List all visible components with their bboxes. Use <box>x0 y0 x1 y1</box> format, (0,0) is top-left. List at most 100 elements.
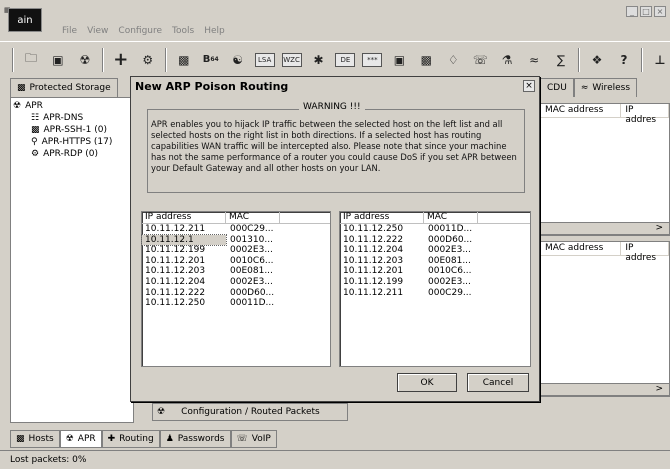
base64-icon[interactable]: B 64 <box>201 50 221 70</box>
camera-icon[interactable]: ♢ <box>443 50 463 70</box>
column-header[interactable]: MAC <box>226 212 280 223</box>
new-arp-poison-routing-dialog: New ARP Poison Routing × WARNING !!! APR… <box>130 76 540 402</box>
hosts-icon: ▩ <box>16 434 25 444</box>
certificate-icon[interactable]: ✱ <box>309 50 329 70</box>
list-item[interactable]: 10.11.12.250 00011D... <box>142 298 330 309</box>
tree-root-apr[interactable]: ☢ APR <box>11 100 133 112</box>
help-icon[interactable]: ? <box>614 50 634 70</box>
tab-protected-storage[interactable]: ▩ Protected Storage <box>10 78 118 97</box>
mac-address: 00011D... <box>230 298 275 309</box>
add-icon[interactable]: + <box>111 49 131 70</box>
list-item[interactable]: 10.11.12.222 000D60... <box>142 288 330 299</box>
column-header[interactable]: IP addres <box>621 242 669 263</box>
ip-address: 10.11.12.211 <box>343 287 404 298</box>
menu-help[interactable]: Help <box>204 26 225 36</box>
wifi-icon[interactable]: ≈ <box>524 50 544 70</box>
list-item[interactable]: 10.11.12.222 000D60... <box>340 235 530 246</box>
mac-address: 0002E3... <box>230 245 273 256</box>
list-item[interactable]: 10.11.12.203 00E081... <box>340 256 530 267</box>
traceroute-icon[interactable]: ▩ <box>416 50 436 70</box>
network-card-icon[interactable]: ▣ <box>48 50 68 70</box>
tab-voip[interactable]: ☏ VoIP <box>230 430 277 448</box>
mac-address: 00011D... <box>428 224 473 234</box>
tree-item-apr-ssh[interactable]: ▩ APR-SSH-1 (0) <box>11 124 133 136</box>
hash-icon[interactable]: ☯ <box>228 50 248 70</box>
toolbar-separator <box>640 47 643 72</box>
box-icon[interactable]: ▣ <box>389 50 409 70</box>
apr-tree: ☢ APR ☷ APR-DNS ▩ APR-SSH-1 (0) ⚲ APR-HT… <box>10 97 134 423</box>
scrollbar-bottom[interactable]: > <box>540 383 670 396</box>
tree-item-apr-https[interactable]: ⚲ APR-HTTPS (17) <box>11 136 133 148</box>
tab-routing[interactable]: ✚ Routing <box>101 430 160 448</box>
column-header[interactable]: IP address <box>142 212 226 223</box>
list-item[interactable]: 10.11.12.211 000C29... <box>340 288 530 299</box>
password-icon[interactable]: *** <box>362 52 383 67</box>
voip-icon[interactable]: ☏ <box>470 50 490 70</box>
close-icon[interactable]: × <box>654 6 666 17</box>
tab-label: Protected Storage <box>29 83 111 93</box>
warning-title: WARNING !!! <box>299 102 365 112</box>
lsa-icon[interactable]: LSA <box>254 52 275 67</box>
list-item[interactable]: 10.11.12.199 0002E3... <box>142 245 330 256</box>
window-controls: _ □ × <box>626 6 666 17</box>
right-panel-header: MAC address IP addres <box>541 104 669 125</box>
menu-view[interactable]: View <box>87 26 108 36</box>
column-header[interactable]: MAC address <box>541 242 622 255</box>
column-header[interactable]: MAC <box>424 212 478 223</box>
tab-configuration-routed-packets[interactable]: ☢ Configuration / Routed Packets <box>152 403 348 421</box>
column-header[interactable]: MAC address <box>541 104 622 117</box>
list-item[interactable]: 10.11.12.204 0002E3... <box>340 245 530 256</box>
tower-icon[interactable]: ⊥ <box>650 50 670 70</box>
tab-apr[interactable]: ☢ APR <box>59 430 102 448</box>
menu-tools[interactable]: Tools <box>172 26 194 36</box>
ip-address: 10.11.12.201 <box>343 266 404 277</box>
list-item[interactable]: 10.11.12.201 0010C6... <box>142 256 330 267</box>
ip-address: 10.11.12.203 <box>145 266 206 277</box>
list-item[interactable]: 10.11.12.250 00011D... <box>340 224 530 235</box>
chevron-right-icon[interactable]: > <box>655 384 669 395</box>
antenna-icon[interactable]: ∑ <box>551 50 571 70</box>
menu-file[interactable]: File <box>62 26 77 36</box>
tab-passwords[interactable]: ♟ Passwords <box>159 430 231 448</box>
right-host-list[interactable]: IP address MAC 10.11.12.250 00011D... 10.1… <box>339 211 531 367</box>
tree-label: APR-HTTPS (17) <box>41 137 113 147</box>
minimize-icon[interactable]: _ <box>626 6 638 17</box>
list-item[interactable]: 10.11.12.203 00E081... <box>142 266 330 277</box>
column-header[interactable]: IP address <box>340 212 424 223</box>
tool-icon[interactable]: DE <box>335 52 356 67</box>
maximize-icon[interactable]: □ <box>640 6 652 17</box>
mac-address: 0002E3... <box>230 276 273 287</box>
info-icon[interactable]: ❖ <box>587 50 607 70</box>
tree-item-apr-rdp[interactable]: ⚙ APR-RDP (0) <box>11 148 133 160</box>
sniffer-icon[interactable]: ☢ <box>75 50 95 70</box>
ip-address: 10.11.12.222 <box>145 287 206 298</box>
ip-address: 10.11.12.250 <box>343 224 404 234</box>
apr-icon[interactable]: ▩ <box>174 50 194 70</box>
tab-wireless[interactable]: ≈ Wireless <box>573 78 638 97</box>
wireless-icon: ≈ <box>580 83 589 93</box>
tab-cdu[interactable]: CDU <box>540 78 574 97</box>
cisco-icon[interactable]: ⚗ <box>497 50 517 70</box>
tree-item-apr-dns[interactable]: ☷ APR-DNS <box>11 112 133 124</box>
ok-button[interactable]: OK <box>397 373 457 392</box>
status-bar: Lost packets: 0% <box>0 450 670 469</box>
chevron-right-icon[interactable]: > <box>655 223 669 234</box>
cancel-button[interactable]: Cancel <box>467 373 529 392</box>
wireless-icon[interactable]: WZC <box>281 52 302 67</box>
left-host-list[interactable]: IP address MAC 10.11.12.211 000C29... 10.1… <box>141 211 331 367</box>
column-header[interactable]: IP addres <box>621 104 669 125</box>
list-item[interactable]: 10.11.12.211 000C29... <box>142 224 330 235</box>
close-icon[interactable]: × <box>523 80 535 92</box>
tab-hosts[interactable]: ▩ Hosts <box>10 430 60 448</box>
list-item[interactable]: 10.11.12.204 0002E3... <box>142 277 330 288</box>
menu-configure[interactable]: Configure <box>118 26 162 36</box>
open-icon[interactable]: 🗀 <box>21 50 41 70</box>
scan-icon[interactable]: ⚙ <box>138 50 158 70</box>
scrollbar-top[interactable]: > <box>540 222 670 235</box>
list-item[interactable]: 10.11.12.201 0010C6... <box>340 266 530 277</box>
right-list-rows: 10.11.12.250 00011D... 10.11.12.222 000D60.… <box>340 224 530 298</box>
right-panel-header: MAC address IP addres <box>541 242 669 263</box>
list-item[interactable]: 10.11.12.1 001310... <box>141 233 330 247</box>
list-item[interactable]: 10.11.12.199 0002E3... <box>340 277 530 288</box>
mac-address: 0002E3... <box>428 276 471 287</box>
